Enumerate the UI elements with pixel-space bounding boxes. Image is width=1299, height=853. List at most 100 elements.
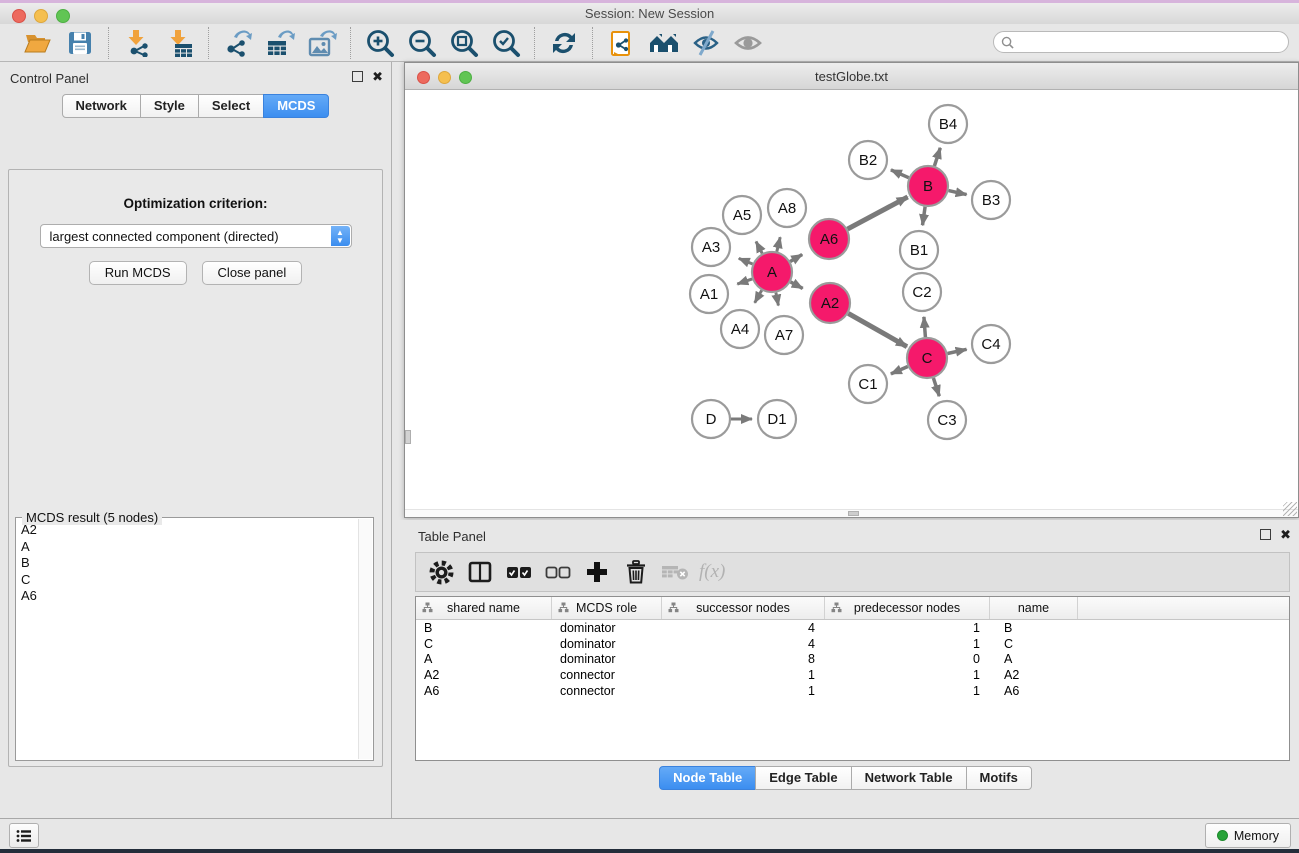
- column-header-MCDS-role[interactable]: MCDS role: [552, 597, 662, 619]
- cell-shared_name[interactable]: C: [416, 637, 552, 651]
- table-row[interactable]: Bdominator41B: [416, 620, 1289, 636]
- table-row[interactable]: Cdominator41C: [416, 636, 1289, 652]
- table-row[interactable]: A2connector11A2: [416, 667, 1289, 683]
- window-resize-grip[interactable]: [1283, 502, 1297, 516]
- edge-A-A3[interactable]: [739, 258, 753, 264]
- cell-predecessor_nodes[interactable]: 0: [825, 652, 990, 666]
- cell-mcds_role[interactable]: dominator: [552, 637, 662, 651]
- edge-A-A6[interactable]: [790, 255, 802, 262]
- cell-shared_name[interactable]: A6: [416, 684, 552, 698]
- cell-name[interactable]: C: [990, 637, 1078, 651]
- function-builder-icon[interactable]: f(x): [699, 561, 725, 583]
- edge-B-B1[interactable]: [923, 207, 926, 225]
- zoom-selected-button[interactable]: [490, 27, 522, 59]
- float-panel-icon[interactable]: [1260, 529, 1271, 540]
- add-column-icon[interactable]: [582, 557, 612, 587]
- tab-style[interactable]: Style: [140, 94, 199, 118]
- result-list-item[interactable]: A: [17, 539, 358, 556]
- run-mcds-button[interactable]: Run MCDS: [89, 261, 187, 285]
- result-scrollbar[interactable]: [358, 519, 372, 759]
- cell-predecessor_nodes[interactable]: 1: [825, 668, 990, 682]
- float-panel-icon[interactable]: [352, 71, 363, 82]
- search-field[interactable]: [993, 31, 1289, 53]
- tab-network[interactable]: Network: [62, 94, 141, 118]
- cell-mcds_role[interactable]: dominator: [552, 652, 662, 666]
- edge-A-A2[interactable]: [791, 282, 803, 289]
- cell-successor_nodes[interactable]: 4: [662, 637, 825, 651]
- edge-A-A5[interactable]: [756, 242, 762, 254]
- network-graph[interactable]: B4B2BB3A8A5A6A3B1AC2A1A2A4A7C4CC1DD1C3: [405, 90, 1298, 511]
- apply-layout-button[interactable]: [548, 27, 580, 59]
- edge-B-B4[interactable]: [934, 148, 940, 166]
- export-image-button[interactable]: [306, 27, 338, 59]
- tab-network-table[interactable]: Network Table: [851, 766, 967, 790]
- cell-name[interactable]: A2: [990, 668, 1078, 682]
- cell-name[interactable]: A: [990, 652, 1078, 666]
- edge-A-A1[interactable]: [737, 279, 752, 284]
- close-panel-icon[interactable]: ✖: [372, 71, 383, 82]
- new-network-from-selection-button[interactable]: [606, 27, 638, 59]
- horizontal-scrollbar[interactable]: [405, 509, 1298, 517]
- delete-table-icon[interactable]: [660, 557, 690, 587]
- tab-edge-table[interactable]: Edge Table: [755, 766, 851, 790]
- export-table-button[interactable]: [264, 27, 296, 59]
- delete-column-icon[interactable]: [621, 557, 651, 587]
- hide-graphics-details-icon[interactable]: [690, 27, 722, 59]
- edge-A6-B[interactable]: [848, 197, 908, 229]
- memory-button[interactable]: Memory: [1205, 823, 1291, 848]
- column-header-predecessor-nodes[interactable]: predecessor nodes: [825, 597, 990, 619]
- zoom-fit-button[interactable]: [448, 27, 480, 59]
- vertical-scrollbar-thumb[interactable]: [405, 430, 411, 444]
- node-table[interactable]: shared nameMCDS rolesuccessor nodesprede…: [415, 596, 1290, 761]
- edge-B-B3[interactable]: [949, 191, 967, 195]
- column-header-shared-name[interactable]: shared name: [416, 597, 552, 619]
- tab-motifs[interactable]: Motifs: [966, 766, 1032, 790]
- mcds-result-list[interactable]: A2ABCA6: [17, 522, 358, 759]
- welcome-screen-button[interactable]: [648, 27, 680, 59]
- unselect-all-icon[interactable]: [543, 557, 573, 587]
- table-row[interactable]: Adominator80A: [416, 652, 1289, 668]
- cell-mcds_role[interactable]: connector: [552, 684, 662, 698]
- result-list-item[interactable]: A2: [17, 522, 358, 539]
- edge-C-C3[interactable]: [933, 378, 939, 396]
- result-list-item[interactable]: B: [17, 555, 358, 572]
- cell-successor_nodes[interactable]: 4: [662, 621, 825, 635]
- edge-A-A7[interactable]: [776, 293, 779, 306]
- import-table-button[interactable]: [164, 27, 196, 59]
- save-session-button[interactable]: [64, 27, 96, 59]
- cell-mcds_role[interactable]: connector: [552, 668, 662, 682]
- horizontal-scrollbar-thumb[interactable]: [848, 511, 859, 516]
- zoom-in-button[interactable]: [364, 27, 396, 59]
- edge-A-A4[interactable]: [755, 290, 762, 303]
- cell-mcds_role[interactable]: dominator: [552, 621, 662, 635]
- edge-C-C1[interactable]: [891, 367, 908, 374]
- column-header-successor-nodes[interactable]: successor nodes: [662, 597, 825, 619]
- result-list-item[interactable]: A6: [17, 588, 358, 605]
- cell-name[interactable]: B: [990, 621, 1078, 635]
- edge-A-A8[interactable]: [777, 237, 780, 251]
- column-header-name[interactable]: name: [990, 597, 1078, 619]
- tab-select[interactable]: Select: [198, 94, 264, 118]
- cell-shared_name[interactable]: A2: [416, 668, 552, 682]
- network-window-titlebar[interactable]: testGlobe.txt: [405, 63, 1298, 90]
- cell-predecessor_nodes[interactable]: 1: [825, 621, 990, 635]
- cell-shared_name[interactable]: B: [416, 621, 552, 635]
- cell-successor_nodes[interactable]: 1: [662, 668, 825, 682]
- edge-C-C4[interactable]: [948, 349, 967, 353]
- tab-node-table[interactable]: Node Table: [659, 766, 756, 790]
- cell-predecessor_nodes[interactable]: 1: [825, 684, 990, 698]
- table-row[interactable]: A6connector11A6: [416, 683, 1289, 699]
- close-panel-icon[interactable]: ✖: [1280, 529, 1291, 540]
- task-history-button[interactable]: [9, 823, 39, 848]
- zoom-out-button[interactable]: [406, 27, 438, 59]
- select-all-icon[interactable]: [504, 557, 534, 587]
- tab-mcds[interactable]: MCDS: [263, 94, 329, 118]
- open-session-button[interactable]: [22, 27, 54, 59]
- show-graphics-details-icon[interactable]: [732, 27, 764, 59]
- cell-successor_nodes[interactable]: 8: [662, 652, 825, 666]
- edge-C-C2[interactable]: [924, 317, 926, 337]
- import-network-button[interactable]: [122, 27, 154, 59]
- cell-successor_nodes[interactable]: 1: [662, 684, 825, 698]
- cell-shared_name[interactable]: A: [416, 652, 552, 666]
- show-columns-icon[interactable]: [465, 557, 495, 587]
